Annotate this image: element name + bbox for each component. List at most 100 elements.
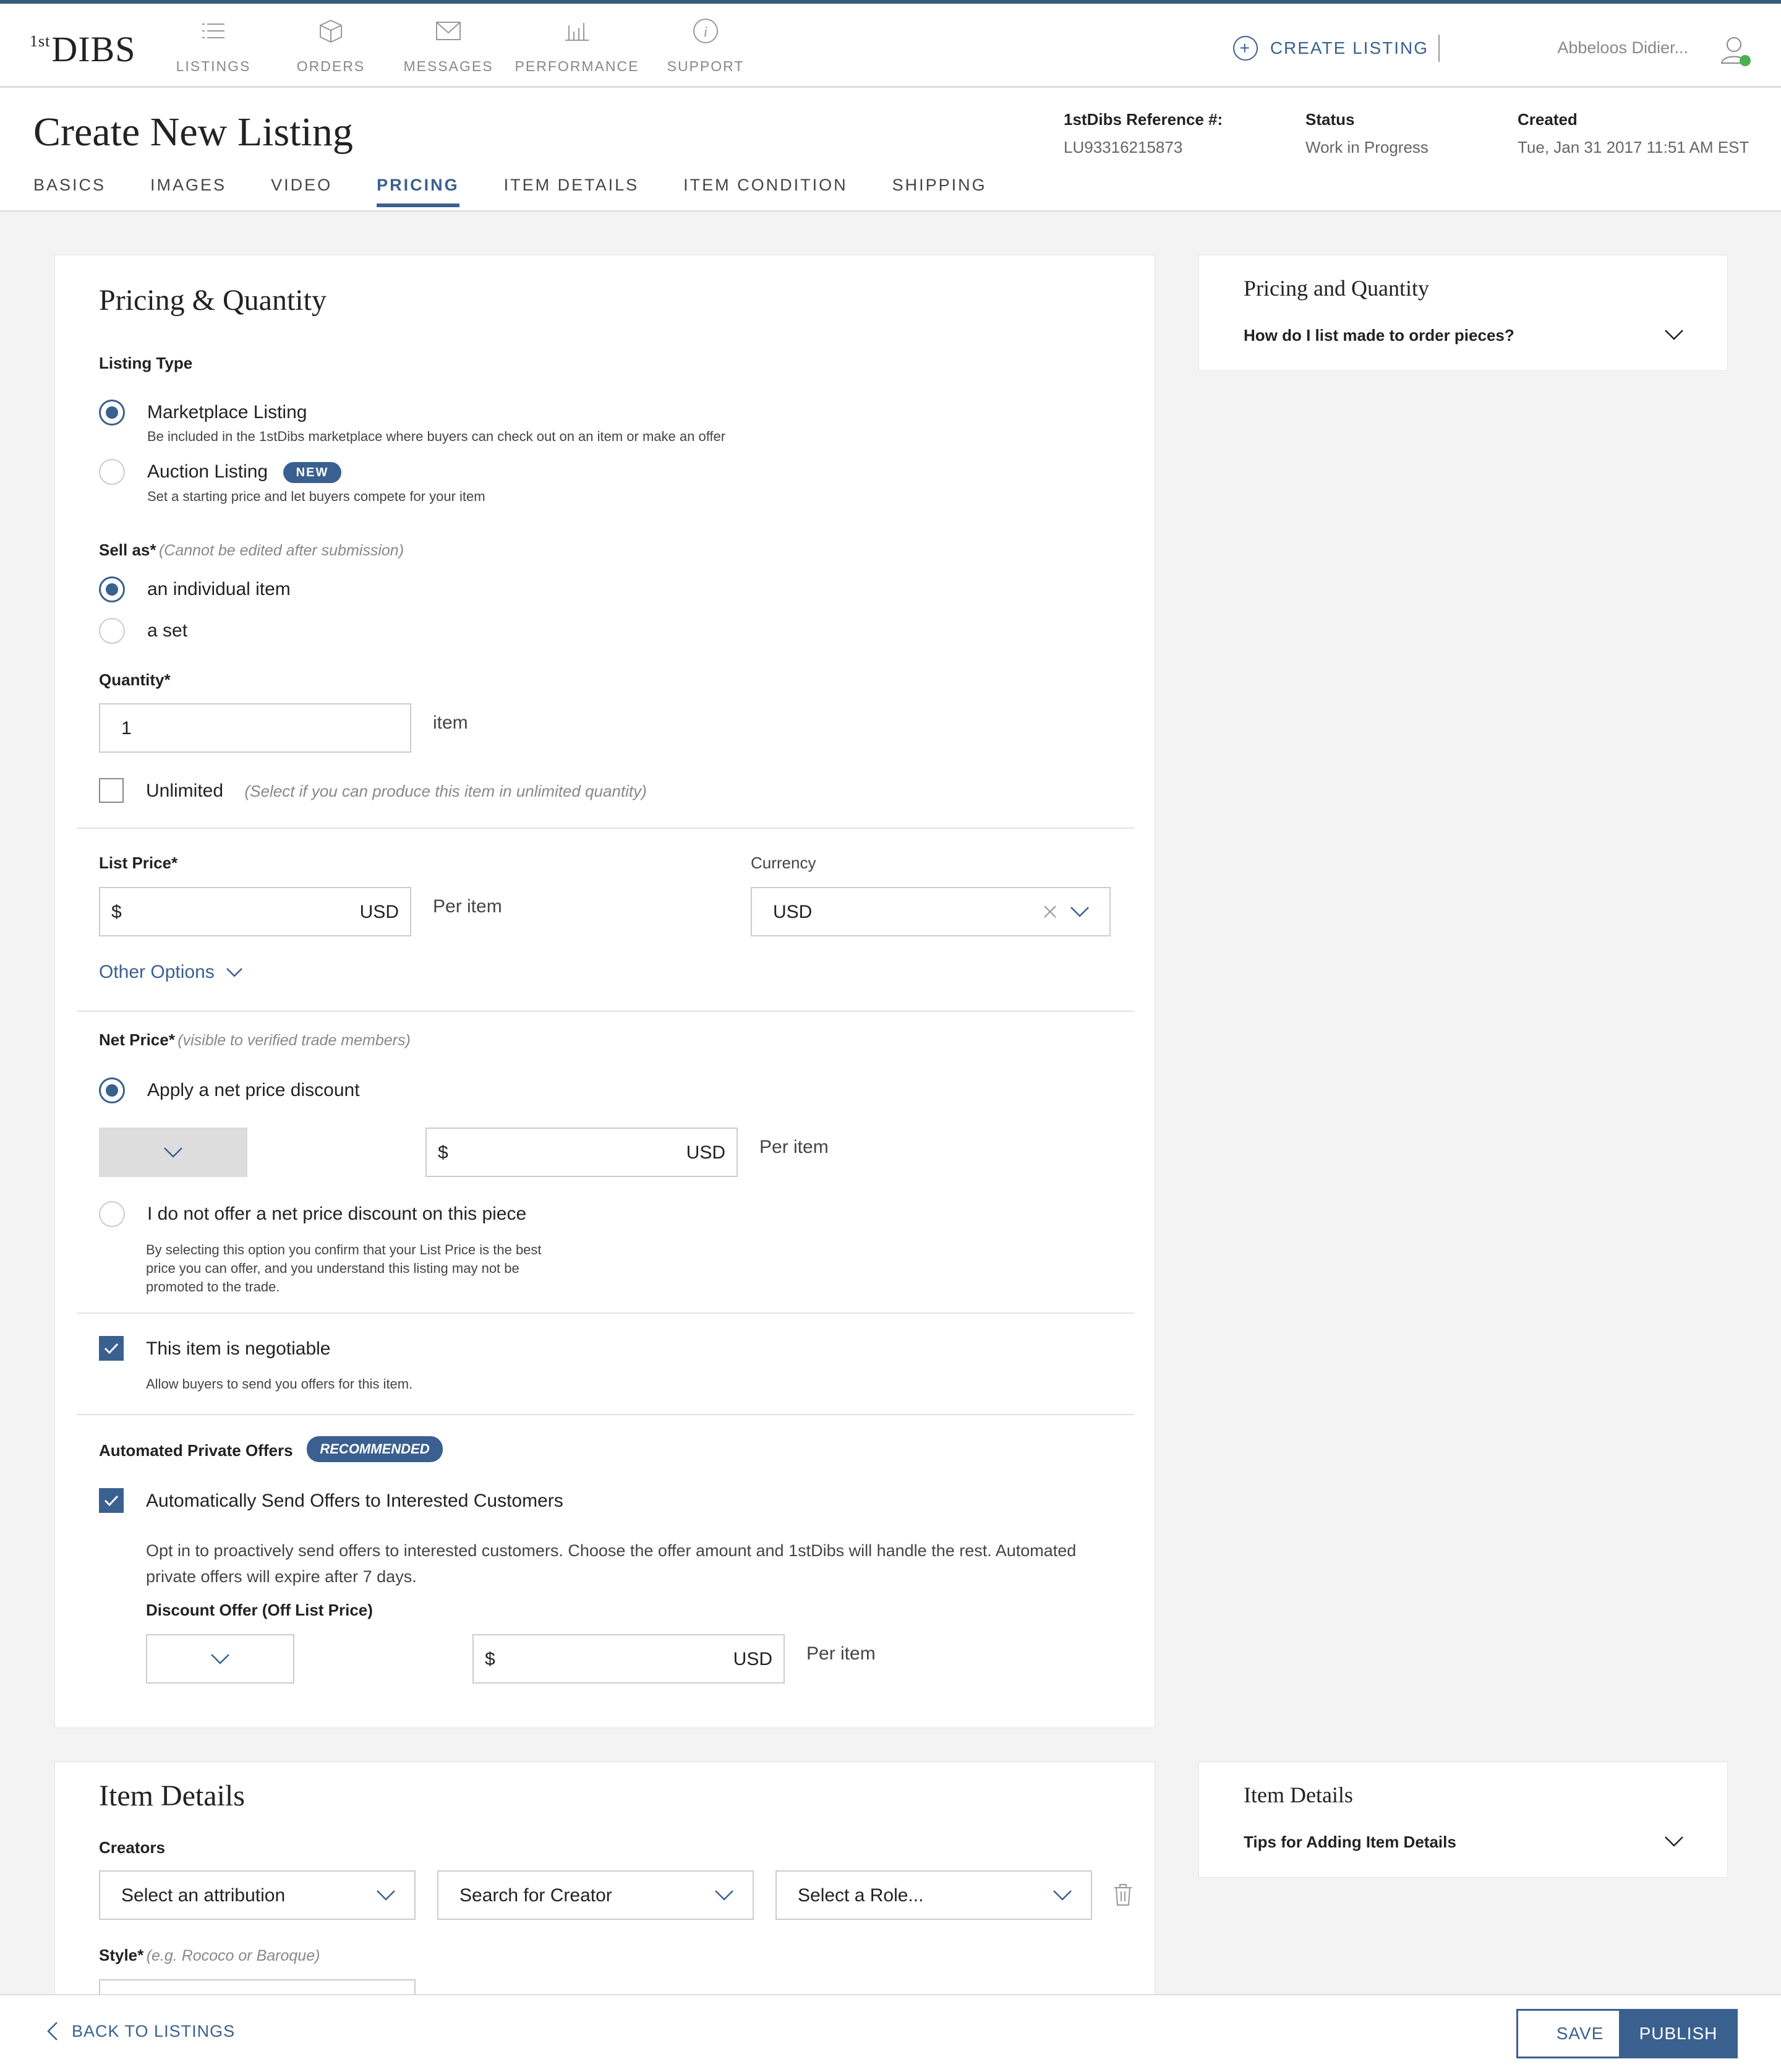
list-price-input[interactable]: $ USD xyxy=(99,887,411,936)
tab-video[interactable]: VIDEO xyxy=(271,176,332,207)
unlimited-checkbox[interactable] xyxy=(99,778,124,803)
auction-desc: Set a starting price and let buyers comp… xyxy=(147,489,485,504)
clear-icon[interactable] xyxy=(1043,904,1057,922)
negotiable-label: This item is negotiable xyxy=(146,1338,331,1359)
sell-individual-radio[interactable] xyxy=(99,576,125,602)
divider xyxy=(77,1414,1134,1415)
recommended-badge: RECOMMENDED xyxy=(307,1436,443,1462)
divider xyxy=(77,1312,1134,1314)
quantity-input[interactable]: 1 xyxy=(99,703,411,753)
creator-search[interactable]: Search for Creator xyxy=(437,1870,754,1920)
help-question[interactable]: Tips for Adding Item Details xyxy=(1244,1833,1456,1852)
net-price-input[interactable]: $ USD xyxy=(425,1128,738,1177)
currency-select[interactable]: USD xyxy=(751,887,1111,936)
nav-orders[interactable]: ORDERS xyxy=(269,17,393,75)
help-title: Pricing and Quantity xyxy=(1244,276,1429,301)
creators-label: Creators xyxy=(99,1838,165,1857)
nav-performance[interactable]: PERFORMANCE xyxy=(515,17,639,75)
auction-radio[interactable] xyxy=(99,459,125,485)
divider xyxy=(77,828,1134,829)
pricing-help-card: Pricing and Quantity How do I list made … xyxy=(1198,255,1728,371)
chevron-down-icon xyxy=(1053,1889,1072,1904)
chevron-down-icon xyxy=(714,1889,734,1904)
chevron-down-icon xyxy=(376,1889,396,1904)
tab-basics[interactable]: BASICS xyxy=(33,176,106,207)
auto-send-desc: Opt in to proactively send offers to int… xyxy=(146,1541,1077,1586)
sell-individual-label: an individual item xyxy=(147,579,291,599)
trash-icon[interactable] xyxy=(1113,1884,1133,1909)
currency-label: Currency xyxy=(751,854,816,872)
nav-listings[interactable]: LISTINGS xyxy=(152,17,275,75)
bottom-action-bar: BACK TO LISTINGS SAVE PUBLISH xyxy=(0,1994,1781,2072)
sell-set-label: a set xyxy=(147,620,188,641)
user-avatar-icon[interactable] xyxy=(1719,35,1751,67)
no-discount-radio[interactable] xyxy=(99,1201,125,1227)
logo[interactable]: 1stDIBS xyxy=(30,28,136,70)
item-details-help-card: Item Details Tips for Adding Item Detail… xyxy=(1198,1762,1728,1878)
negotiable-desc: Allow buyers to send you offers for this… xyxy=(146,1376,413,1392)
online-status-dot xyxy=(1740,55,1751,66)
apply-discount-label: Apply a net price discount xyxy=(147,1080,360,1100)
no-discount-label: I do not offer a net price discount on t… xyxy=(147,1204,527,1224)
header-divider xyxy=(1438,35,1440,62)
bar-chart-icon xyxy=(563,17,591,45)
box-icon xyxy=(317,17,344,45)
list-price-per-item: Per item xyxy=(433,896,502,917)
marketplace-radio[interactable] xyxy=(99,400,125,426)
create-listing-button[interactable]: + CREATE LISTING xyxy=(1232,36,1429,61)
role-select[interactable]: Select a Role... xyxy=(775,1870,1092,1920)
checkmark-icon xyxy=(104,1495,119,1507)
item-details-title: Item Details xyxy=(99,1779,245,1812)
plus-icon: + xyxy=(1232,36,1258,61)
chevron-down-icon xyxy=(1070,905,1090,921)
style-label: Style* (e.g. Rococo or Baroque) xyxy=(99,1946,320,1964)
tab-item-condition[interactable]: ITEM CONDITION xyxy=(683,176,848,207)
net-price-label: Net Price* (visible to verified trade me… xyxy=(99,1030,411,1049)
tab-pricing[interactable]: PRICING xyxy=(377,176,459,207)
quantity-unit: item xyxy=(433,713,468,733)
chevron-down-icon[interactable] xyxy=(1664,1835,1684,1851)
user-name[interactable]: Abbeloos Didier... xyxy=(1557,38,1688,58)
net-price-per-item: Per item xyxy=(759,1137,829,1157)
chevron-down-icon xyxy=(163,1146,183,1158)
tab-images[interactable]: IMAGES xyxy=(150,176,226,207)
help-question[interactable]: How do I list made to order pieces? xyxy=(1244,326,1514,345)
tab-item-details[interactable]: ITEM DETAILS xyxy=(504,176,639,207)
page-title: Create New Listing xyxy=(33,109,353,155)
sell-as-label: Sell as* (Cannot be edited after submiss… xyxy=(99,541,404,559)
apply-discount-radio[interactable] xyxy=(99,1077,125,1103)
other-options-toggle[interactable]: Other Options xyxy=(99,962,243,983)
chevron-down-icon[interactable] xyxy=(1664,328,1684,344)
discount-offer-label: Discount Offer (Off List Price) xyxy=(146,1601,373,1619)
nav-messages[interactable]: MESSAGES xyxy=(387,17,510,75)
status-meta: Status Work in Progress xyxy=(1305,110,1429,156)
chevron-down-icon xyxy=(210,1653,230,1665)
page-header: Create New Listing 1stDibs Reference #: … xyxy=(0,88,1781,212)
envelope-icon xyxy=(435,17,462,45)
tab-shipping[interactable]: SHIPPING xyxy=(892,176,987,207)
no-discount-desc: By selecting this option you confirm tha… xyxy=(146,1242,542,1295)
new-badge: NEW xyxy=(283,462,341,483)
attribution-select[interactable]: Select an attribution xyxy=(99,1870,416,1920)
sell-set-radio[interactable] xyxy=(99,618,125,644)
discount-offer-select[interactable] xyxy=(146,1634,294,1684)
listing-type-label: Listing Type xyxy=(99,354,193,372)
info-icon: i xyxy=(692,17,719,45)
created-meta: Created Tue, Jan 31 2017 11:51 AM EST xyxy=(1518,110,1749,156)
publish-button[interactable]: PUBLISH xyxy=(1619,2009,1738,2058)
auto-offers-label: Automated Private Offers xyxy=(99,1441,293,1460)
back-to-listings-link[interactable]: BACK TO LISTINGS xyxy=(47,2021,235,2041)
nav-support[interactable]: i SUPPORT xyxy=(644,17,767,75)
auto-send-checkbox[interactable] xyxy=(99,1488,124,1513)
quantity-label: Quantity* xyxy=(99,670,171,689)
marketplace-title: Marketplace Listing xyxy=(147,402,307,422)
unlimited-row: Unlimited (Select if you can produce thi… xyxy=(146,781,647,801)
auction-title: Auction Listing xyxy=(147,461,268,482)
list-price-label: List Price* xyxy=(99,854,178,872)
checkmark-icon xyxy=(104,1343,119,1355)
list-icon xyxy=(200,17,227,45)
discount-offer-input[interactable]: $ USD xyxy=(472,1634,785,1684)
discount-percent-select[interactable] xyxy=(99,1128,247,1177)
negotiable-checkbox[interactable] xyxy=(99,1336,124,1361)
auto-send-label: Automatically Send Offers to Interested … xyxy=(146,1491,563,1511)
